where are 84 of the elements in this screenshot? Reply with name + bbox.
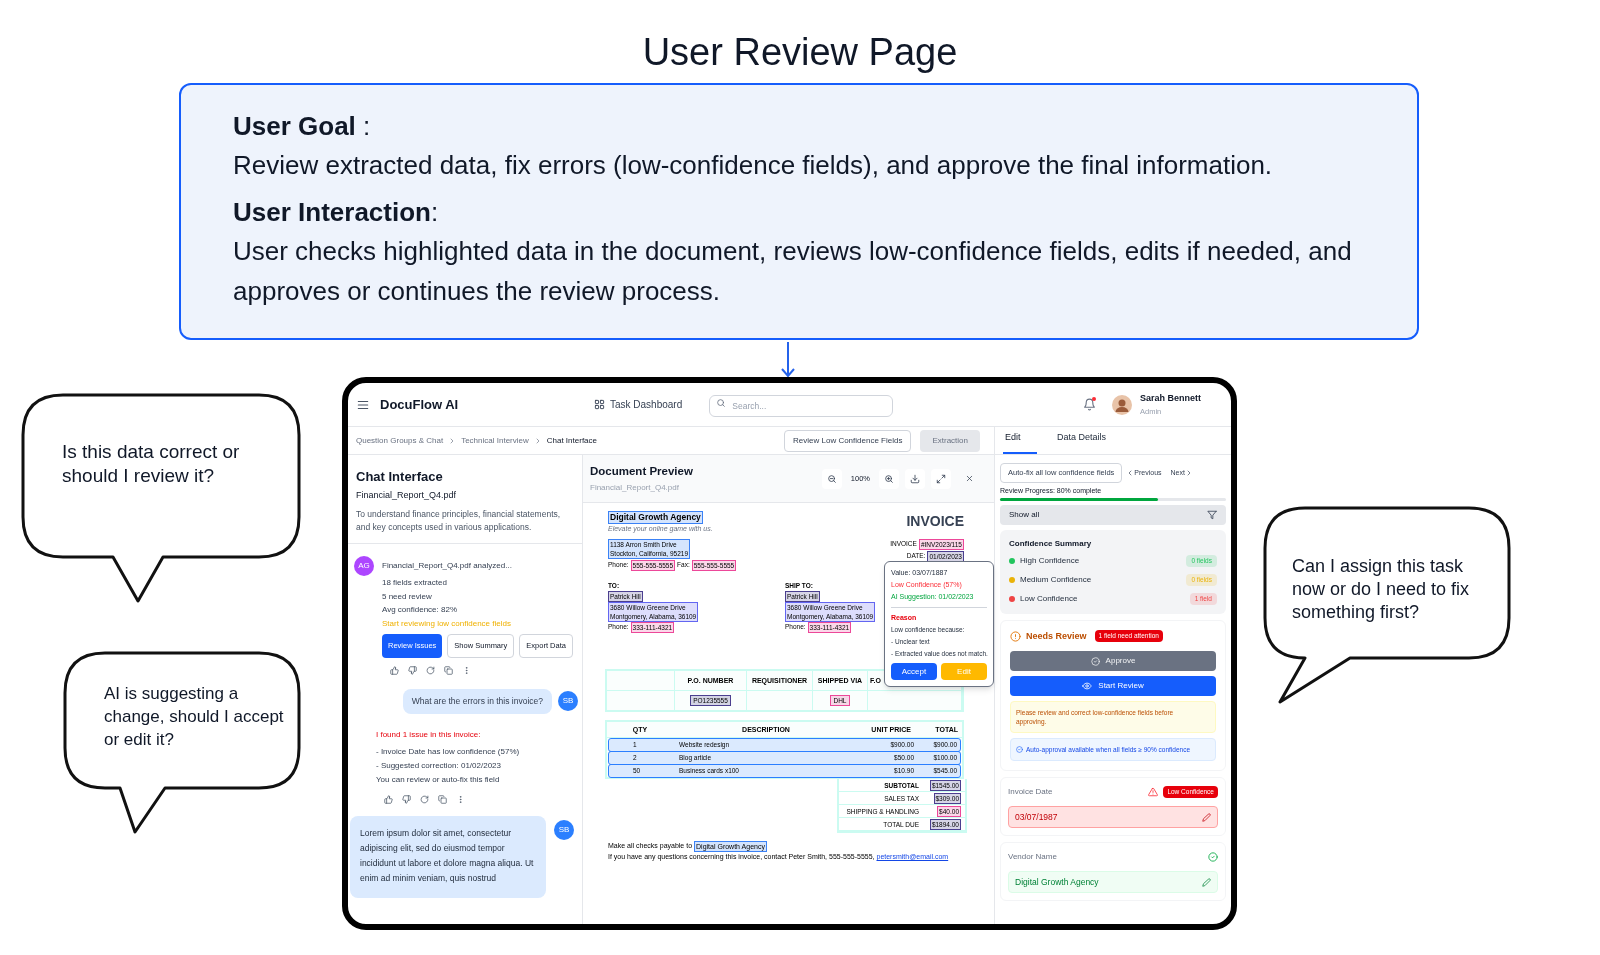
message-text: I found 1 issue in this invoice: xyxy=(376,728,482,741)
arrow-connector xyxy=(781,342,795,378)
field-label: Invoice Date xyxy=(1008,786,1053,798)
check-circle-icon xyxy=(1090,656,1100,666)
panel-title: Document Preview xyxy=(590,463,693,479)
expand-icon xyxy=(936,473,946,484)
bubble-text: Can I assign this task now or do I need to fix something first? xyxy=(1292,555,1471,624)
filter-dropdown[interactable]: Show all xyxy=(1000,504,1226,525)
pencil-icon[interactable] xyxy=(1202,877,1211,887)
chat-bubble: What are the errors in this invoice? xyxy=(402,689,552,714)
file-name: Financial_Report_Q4.pdf xyxy=(590,482,680,495)
input-field[interactable]: 03/07/1987 xyxy=(1008,806,1218,828)
zoom-out-icon xyxy=(826,473,837,484)
thumbs-down-icon[interactable] xyxy=(402,794,411,804)
section-heading: User Goal : xyxy=(233,110,372,143)
avatar: SB xyxy=(558,691,578,712)
panel-title: Chat Interface xyxy=(356,468,444,486)
legend-label: Low Confidence xyxy=(1020,593,1078,605)
tab[interactable]: Edit xyxy=(1003,430,1037,454)
avatar-icon[interactable] xyxy=(1112,394,1132,415)
search-field[interactable]: Search... xyxy=(709,395,894,417)
more-icon[interactable] xyxy=(462,666,471,675)
download-icon xyxy=(910,473,920,484)
filter-icon xyxy=(1207,509,1217,520)
message-text: - Invoice Date has low confidence (57%) xyxy=(376,745,521,758)
info-icon xyxy=(1016,746,1023,753)
message-text: Start reviewing low confidence fields xyxy=(382,617,512,630)
popover-button[interactable]: Accept xyxy=(891,663,937,680)
panel-description: To understand finance principles, financial statements, and key concepts used in various applications. xyxy=(356,508,562,534)
dashboard-icon xyxy=(594,399,605,410)
chat-bubble: Lorem ipsum dolor sit amet, consectetur adipiscing elit, sed do eiusmod tempor incididunt ut labore et dolore magna aliqua. Ut enim ad minim veniam, quis nostrud xyxy=(350,815,546,898)
message-text: 5 need review xyxy=(382,590,433,603)
tab[interactable]: Data Details xyxy=(1055,430,1109,454)
zoom-out-button[interactable] xyxy=(821,468,842,489)
field-label: Vendor Name xyxy=(1008,851,1057,863)
card-title: Confidence Summary xyxy=(1009,537,1093,550)
section-heading: User Interaction: xyxy=(233,196,440,229)
bubble-text: Is this data correct or should I review it? xyxy=(62,440,241,488)
eye-icon xyxy=(1082,681,1093,691)
message-text: You can review or auto-fix this field xyxy=(376,773,501,786)
page-title: User Review Page xyxy=(641,30,959,75)
invoice-title: INVOICE xyxy=(906,513,964,529)
breadcrumb-link[interactable]: Chat Interface xyxy=(546,434,597,447)
input-field[interactable]: Digital Growth Agency xyxy=(1008,871,1218,893)
thumbs-down-icon[interactable] xyxy=(408,666,417,675)
legend-label: High Confidence xyxy=(1020,555,1080,567)
zoom-in-icon xyxy=(884,473,894,484)
message-title: Financial_Report_Q4.pdf analyzed... xyxy=(382,560,513,572)
refresh-icon[interactable] xyxy=(420,794,429,804)
bubble-text: AI is suggesting a change, should I accept or edit it? xyxy=(104,683,285,751)
highlighted-text: Digital Growth Agency xyxy=(608,511,703,524)
avatar: AG xyxy=(354,556,374,576)
start-review-button[interactable]: Start Review xyxy=(1010,676,1216,696)
thumbs-up-icon[interactable] xyxy=(390,666,399,675)
message-text: - Suggested correction: 01/02/2023 xyxy=(376,759,502,772)
expand-button[interactable] xyxy=(931,468,951,489)
pencil-icon[interactable] xyxy=(1202,812,1211,822)
download-button[interactable] xyxy=(905,468,925,489)
breadcrumb-link[interactable]: Question Groups & Chat xyxy=(356,434,444,447)
card-title: Needs Review xyxy=(1026,629,1087,643)
copy-icon[interactable] xyxy=(438,794,447,804)
avatar: SB xyxy=(554,819,574,840)
zoom-in-button[interactable] xyxy=(879,468,899,489)
nav-link[interactable]: Task Dashboard xyxy=(594,397,683,412)
bell-icon[interactable] xyxy=(1083,398,1096,411)
toolbar-button[interactable]: Review Low Confidence Fields xyxy=(784,429,912,452)
check-circle-icon xyxy=(1208,852,1218,862)
search-icon xyxy=(716,398,727,408)
section-text: Review extracted data, fix errors (low-confidence fields), and approve the final information. xyxy=(233,149,1274,182)
file-name: Financial_Report_Q4.pdf xyxy=(356,488,458,502)
warning-icon xyxy=(1148,787,1159,797)
alert-icon xyxy=(1010,630,1021,642)
breadcrumb-link[interactable]: Technical Interview xyxy=(461,434,529,447)
close-icon xyxy=(964,474,974,483)
legend-label: Medium Confidence xyxy=(1020,574,1092,586)
copy-icon[interactable] xyxy=(444,666,453,675)
more-icon[interactable] xyxy=(456,794,465,804)
user-name: Sarah Bennett xyxy=(1140,392,1201,406)
thumbs-up-icon[interactable] xyxy=(384,794,393,804)
section-text: User checks highlighted data in the document, reviews low-confidence fields, edits if needed, and approves or continues the review process. xyxy=(233,235,1353,308)
message-text: Avg confidence: 82% xyxy=(382,604,458,616)
message-text: 18 fields extracted xyxy=(382,577,448,589)
app-logo-text: DocuFlow AI xyxy=(380,395,459,414)
refresh-icon[interactable] xyxy=(426,666,435,675)
